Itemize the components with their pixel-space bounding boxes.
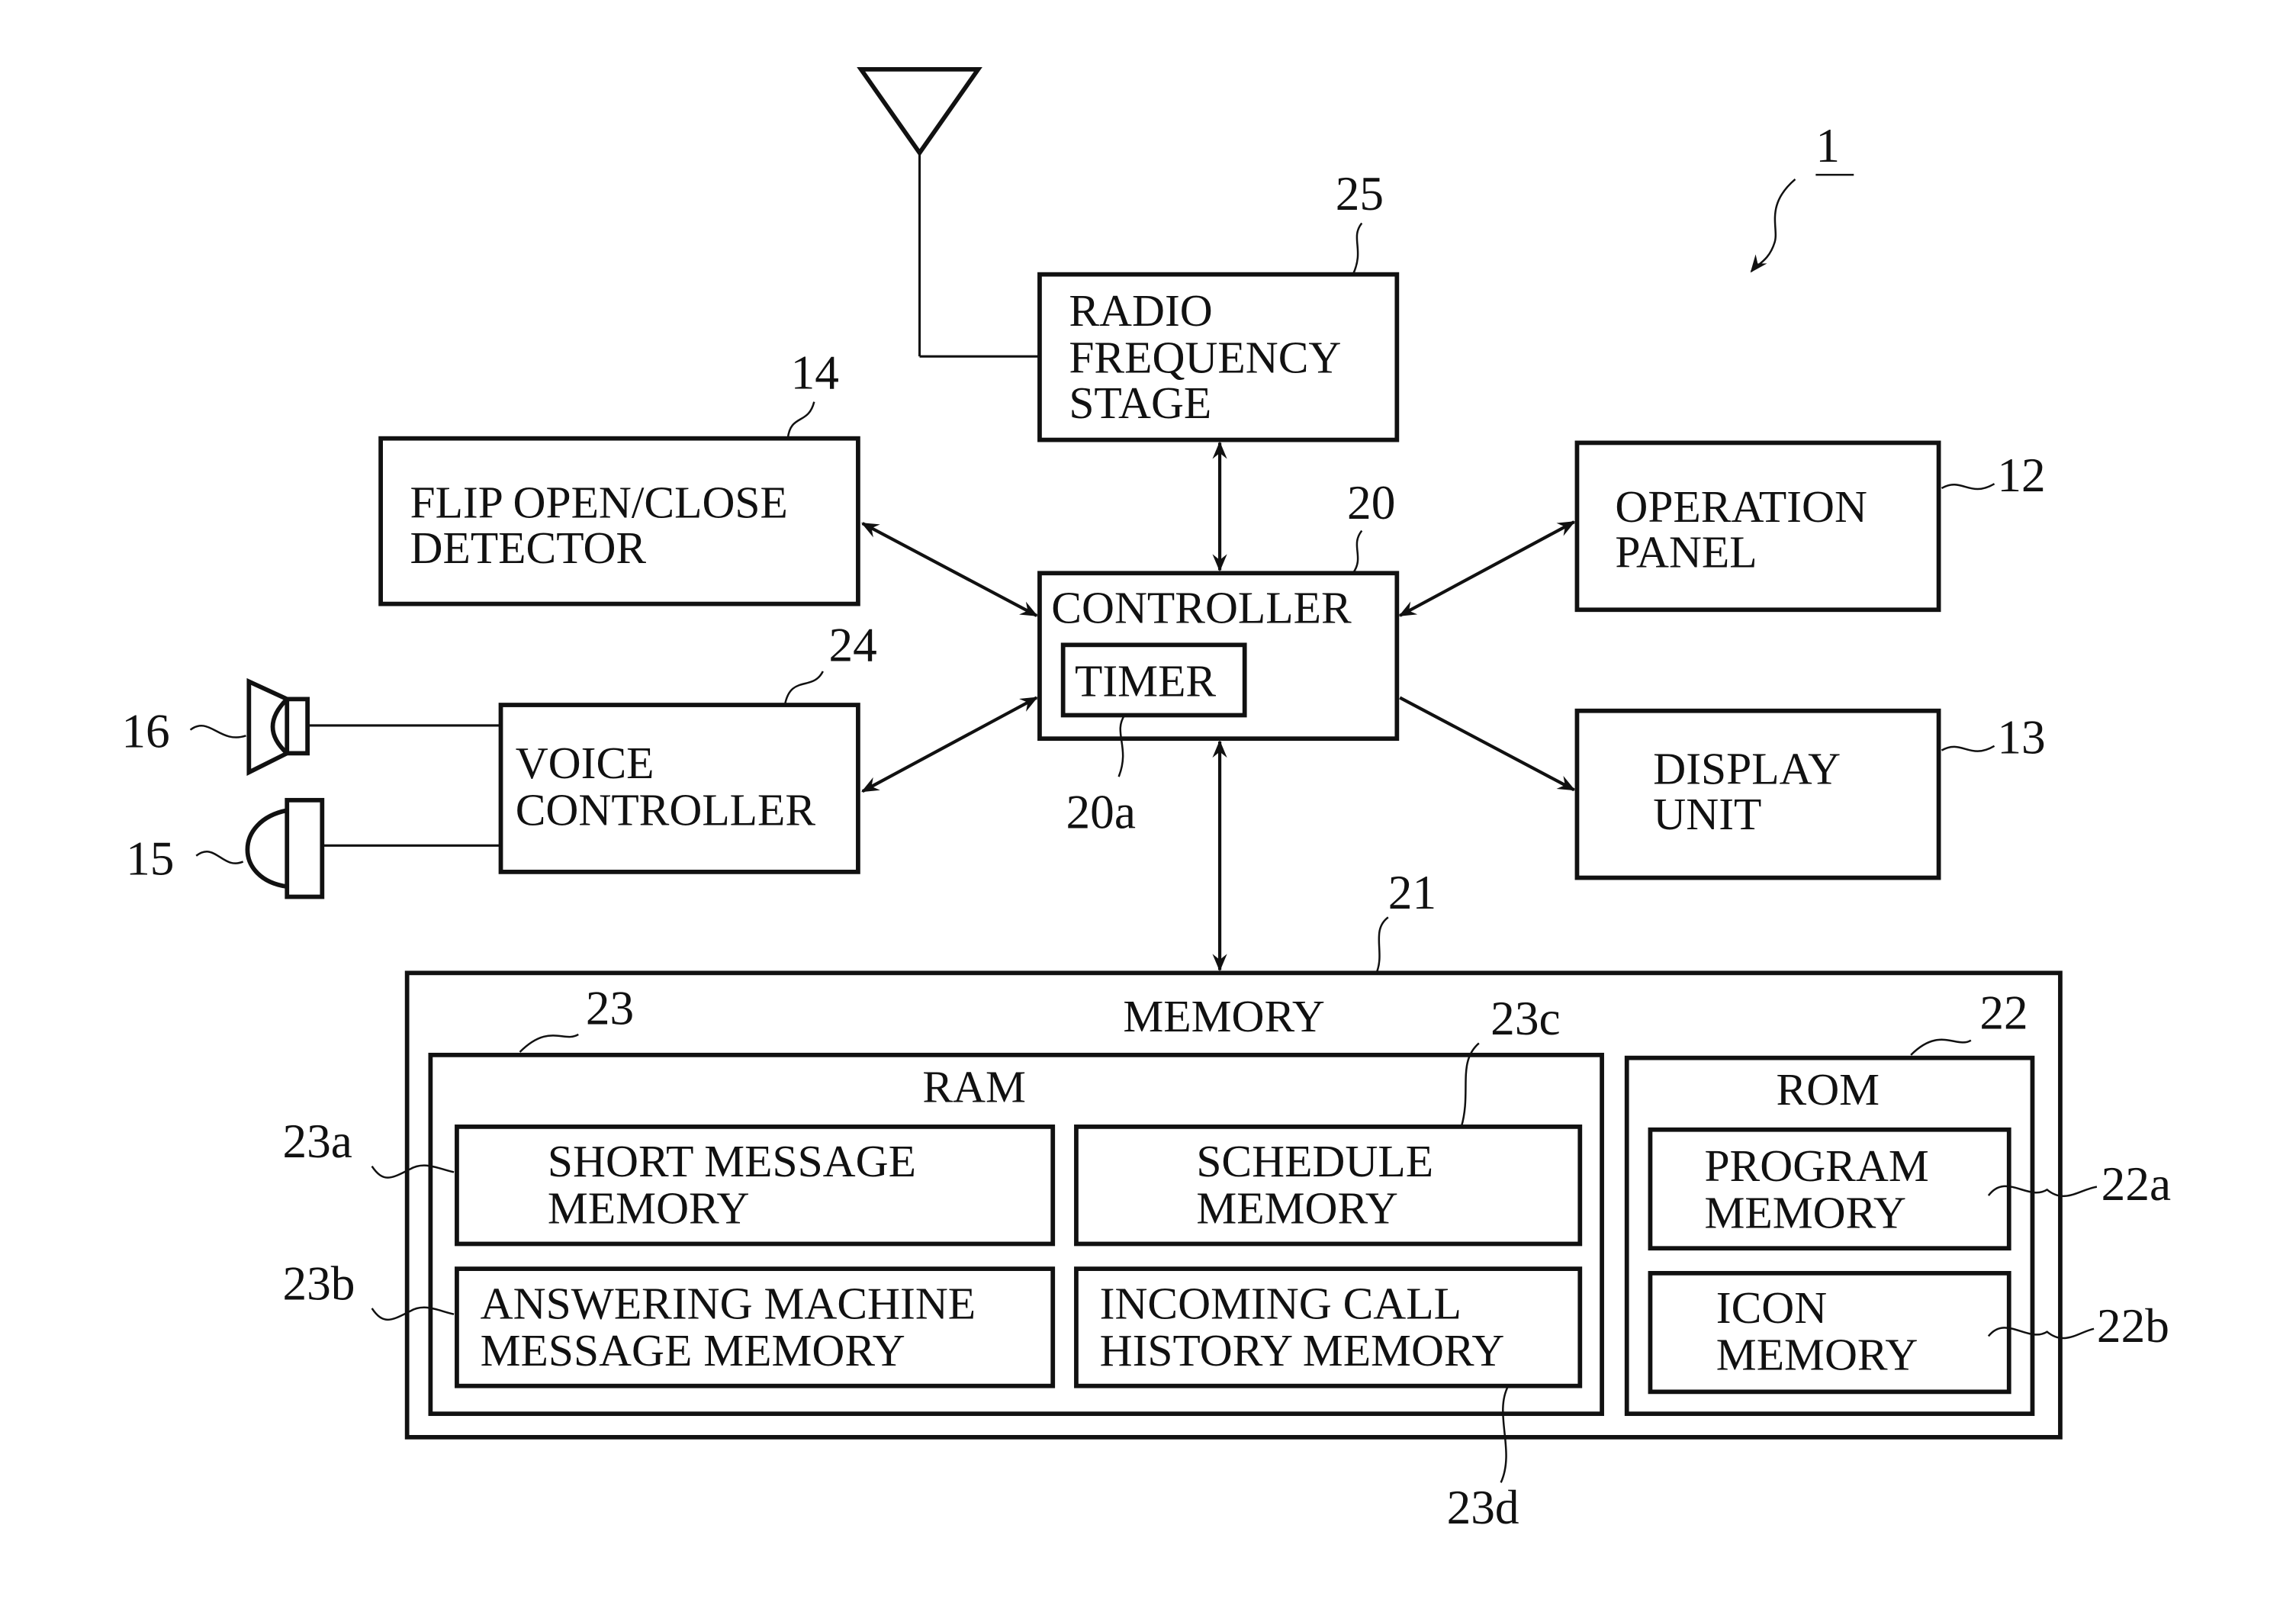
operation-ref: 12 bbox=[1997, 449, 2045, 502]
voice-line-1: VOICE bbox=[516, 738, 654, 788]
short-message-ref: 23a bbox=[282, 1115, 352, 1168]
schedule-ref: 23c bbox=[1490, 992, 1560, 1045]
schedule-line-1: SCHEDULE bbox=[1196, 1136, 1433, 1186]
memory-label: MEMORY bbox=[1123, 991, 1324, 1041]
short-message-memory-block: SHORT MESSAGE MEMORY 23a bbox=[282, 1115, 1056, 1247]
voice-controller-block: VOICE CONTROLLER 24 bbox=[498, 618, 877, 874]
block-diagram: 1 RADIO FREQUENCY STAGE 25 FLIP OPEN/CLO… bbox=[121, 67, 2171, 1534]
controller-line-1: CONTROLLER bbox=[1051, 583, 1352, 633]
ram-block: RAM 23 SHORT MESSAGE MEMORY 23a ANSWERIN… bbox=[282, 982, 1604, 1534]
short-message-line-1: SHORT MESSAGE bbox=[548, 1136, 916, 1186]
incoming-call-history-memory-block: INCOMING CALL HISTORY MEMORY 23d bbox=[1074, 1266, 1583, 1534]
display-ref: 13 bbox=[1997, 710, 2045, 764]
ref-1-arrow bbox=[1750, 178, 1796, 273]
icon-line-2: MEMORY bbox=[1716, 1330, 1918, 1380]
memory-block: MEMORY 21 RAM 23 SHORT MESSAGE MEMORY 23… bbox=[282, 866, 2171, 1534]
answering-machine-memory-block: ANSWERING MACHINE MESSAGE MEMORY 23b bbox=[282, 1256, 1056, 1388]
rom-block: ROM 22 PROGRAM MEMORY 22a ICON MEMORY 22… bbox=[1624, 986, 2171, 1417]
ram-ref: 23 bbox=[586, 982, 634, 1035]
answering-line-2: MESSAGE MEMORY bbox=[481, 1325, 905, 1376]
memory-ref: 21 bbox=[1388, 866, 1436, 919]
timer-ref: 20a bbox=[1066, 785, 1136, 838]
icon-ref: 22b bbox=[2097, 1299, 2169, 1353]
voice-line-2: CONTROLLER bbox=[516, 784, 816, 835]
operation-ref-leader bbox=[1941, 483, 1995, 491]
program-memory-block: PROGRAM MEMORY 22a bbox=[1648, 1127, 2171, 1251]
short-message-line-2: MEMORY bbox=[548, 1183, 750, 1234]
operation-panel-block: OPERATION PANEL 12 bbox=[1574, 440, 2046, 613]
flip-detector-block: FLIP OPEN/CLOSE DETECTOR 14 bbox=[378, 346, 860, 607]
radio-frequency-stage-block: RADIO FREQUENCY STAGE 25 bbox=[1037, 167, 1400, 442]
controller-display-arrow bbox=[1399, 696, 1576, 792]
incoming-ref: 23d bbox=[1447, 1481, 1519, 1534]
controller-operation-arrow bbox=[1398, 520, 1576, 617]
icon-memory-block: ICON MEMORY 22b bbox=[1648, 1270, 2169, 1395]
radio-line-1: RADIO bbox=[1069, 285, 1212, 336]
rom-ref: 22 bbox=[1979, 986, 2027, 1039]
figure-ref-1: 1 bbox=[1750, 119, 1854, 273]
microphone-ref-leader bbox=[195, 851, 244, 864]
flip-ref: 14 bbox=[791, 346, 839, 399]
voice-ref-leader bbox=[783, 671, 824, 706]
radio-line-2: FREQUENCY bbox=[1069, 332, 1341, 382]
display-ref-leader bbox=[1941, 745, 1995, 752]
answering-ref-leader bbox=[371, 1306, 455, 1321]
controller-ref-leader bbox=[1352, 529, 1363, 574]
flip-controller-arrow bbox=[860, 522, 1038, 617]
program-line-1: PROGRAM bbox=[1704, 1141, 1928, 1191]
flip-line-1: FLIP OPEN/CLOSE bbox=[410, 477, 788, 527]
antenna-icon bbox=[857, 67, 1040, 358]
microphone-ref: 15 bbox=[126, 832, 174, 886]
flip-line-2: DETECTOR bbox=[410, 523, 647, 573]
microphone-icon: 15 bbox=[126, 797, 501, 899]
program-line-2: MEMORY bbox=[1704, 1187, 1905, 1237]
operation-line-1: OPERATION bbox=[1615, 481, 1867, 532]
operation-line-2: PANEL bbox=[1615, 527, 1757, 578]
radio-line-3: STAGE bbox=[1069, 378, 1211, 428]
memory-ref-leader bbox=[1375, 916, 1389, 973]
answering-ref: 23b bbox=[282, 1256, 355, 1310]
flip-ref-leader bbox=[786, 401, 815, 439]
timer-block: TIMER 20a bbox=[1060, 642, 1247, 838]
icon-ref-leader bbox=[1987, 1327, 2095, 1340]
timer-ref-leader bbox=[1117, 714, 1126, 777]
speaker-ref-leader bbox=[189, 725, 246, 738]
short-message-ref-leader bbox=[371, 1164, 455, 1179]
display-line-2: UNIT bbox=[1653, 789, 1761, 839]
incoming-line-2: HISTORY MEMORY bbox=[1100, 1325, 1505, 1376]
program-ref: 22a bbox=[2101, 1157, 2171, 1211]
ram-label: RAM bbox=[922, 1061, 1026, 1112]
schedule-line-2: MEMORY bbox=[1196, 1183, 1398, 1234]
program-ref-leader bbox=[1987, 1185, 2098, 1198]
ref-1-label: 1 bbox=[1815, 119, 1840, 172]
rom-label: ROM bbox=[1777, 1064, 1880, 1115]
voice-ref: 24 bbox=[829, 618, 877, 671]
rom-ref-leader bbox=[1910, 1038, 1972, 1056]
ram-ref-leader bbox=[519, 1033, 579, 1053]
display-unit-block: DISPLAY UNIT 13 bbox=[1574, 708, 2046, 880]
icon-line-1: ICON bbox=[1716, 1282, 1827, 1333]
timer-line-1: TIMER bbox=[1075, 656, 1216, 706]
radio-ref-leader bbox=[1352, 222, 1363, 275]
radio-ref: 25 bbox=[1336, 167, 1384, 220]
incoming-line-1: INCOMING CALL bbox=[1100, 1278, 1462, 1328]
speaker-ref: 16 bbox=[121, 705, 169, 758]
controller-ref: 20 bbox=[1347, 476, 1395, 529]
display-line-1: DISPLAY bbox=[1653, 744, 1841, 794]
voice-controller-arrow bbox=[860, 696, 1038, 793]
answering-line-1: ANSWERING MACHINE bbox=[481, 1278, 976, 1328]
incoming-ref-leader bbox=[1500, 1385, 1510, 1483]
speaker-icon: 16 bbox=[121, 677, 501, 777]
